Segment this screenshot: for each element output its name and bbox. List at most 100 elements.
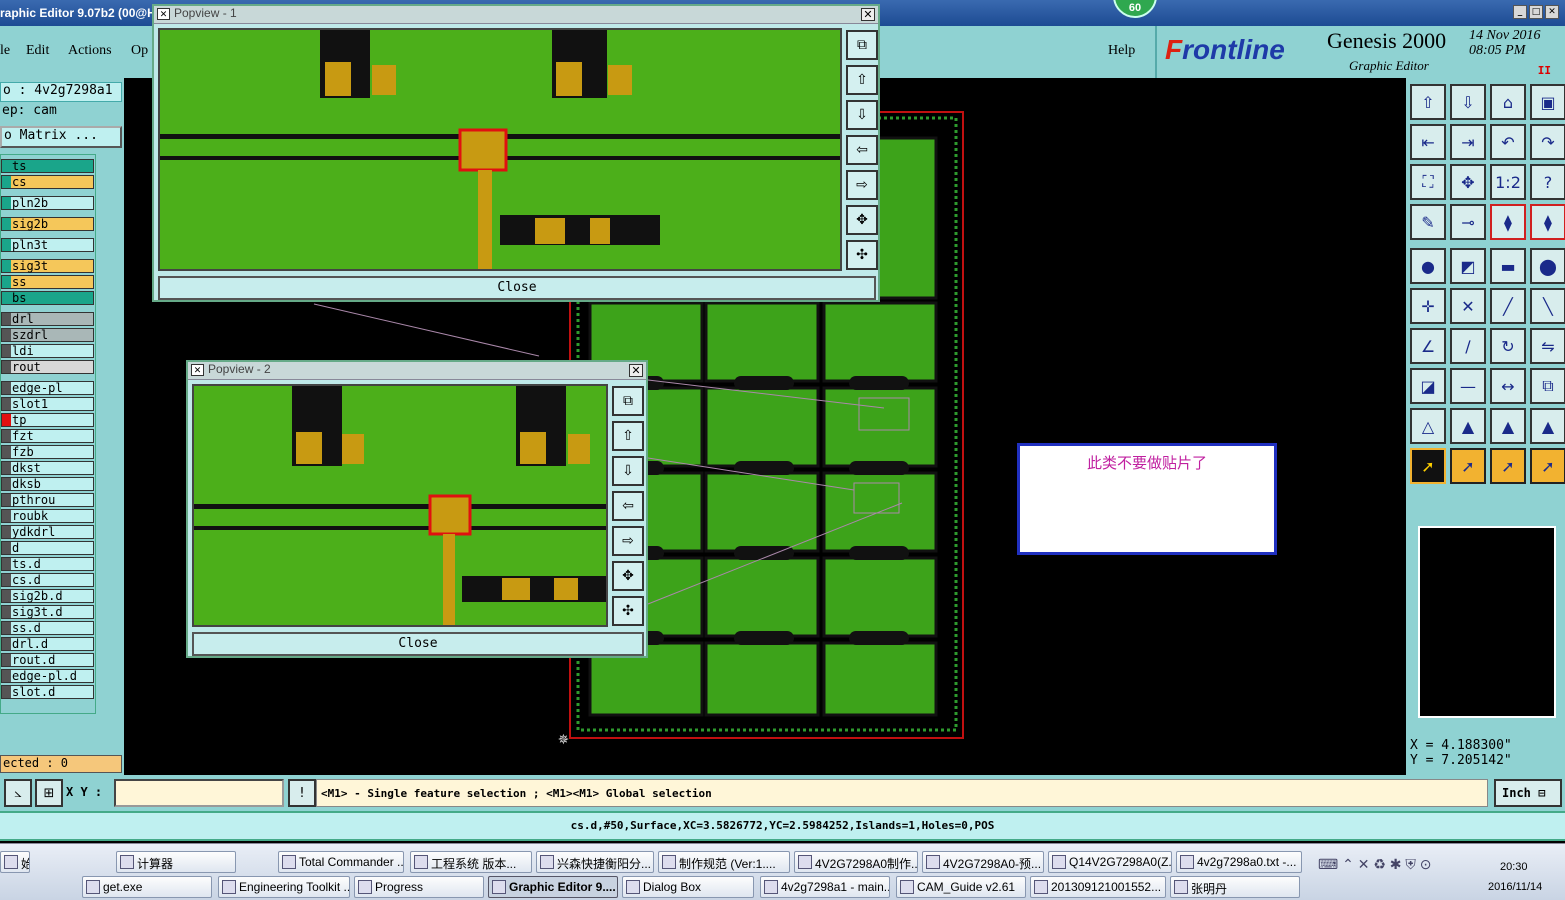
mirror-icon[interactable]: ⇋ bbox=[1530, 328, 1565, 364]
zoom-out-icon[interactable]: ✣ bbox=[846, 240, 878, 270]
layer-bs[interactable]: bs bbox=[1, 291, 94, 305]
menu-file[interactable]: le bbox=[0, 43, 10, 59]
prev-step-icon[interactable]: ⇤ bbox=[1410, 124, 1446, 160]
layer-ss-d[interactable]: ss.d bbox=[1, 621, 94, 635]
layer-red-icon[interactable]: ⧫ bbox=[1490, 204, 1526, 240]
minimize-icon[interactable]: _ bbox=[1513, 5, 1527, 19]
close-icon[interactable]: ✕ bbox=[629, 364, 643, 377]
scale-icon[interactable]: 1:2 bbox=[1490, 164, 1526, 200]
layer-ts[interactable]: ts bbox=[1, 159, 94, 173]
group-icon[interactable]: ⧉ bbox=[1530, 368, 1565, 404]
line-icon[interactable]: ╱ bbox=[1490, 288, 1526, 324]
taskbar-item[interactable]: 4v2g7298a0.txt -... bbox=[1176, 851, 1302, 873]
select-icon[interactable]: ✛ bbox=[1410, 288, 1446, 324]
taskbar-item[interactable]: Dialog Box bbox=[622, 876, 754, 898]
circle-icon[interactable]: ⬤ bbox=[1530, 248, 1565, 284]
close-icon[interactable]: ✕ bbox=[861, 8, 875, 21]
taskbar-item[interactable]: 制作规范 (Ver:1.... bbox=[658, 851, 790, 873]
save-icon[interactable]: ⇩ bbox=[1450, 84, 1486, 120]
zoom-window-icon[interactable]: ⧉ bbox=[846, 30, 878, 60]
pan-down-icon[interactable]: ⇩ bbox=[846, 100, 878, 130]
window-icon[interactable]: ▣ bbox=[1530, 84, 1565, 120]
connect-icon[interactable]: ⊸ bbox=[1450, 204, 1486, 240]
layer-fzb[interactable]: fzb bbox=[1, 445, 94, 459]
popview-1-canvas[interactable] bbox=[158, 28, 842, 271]
layer-cs[interactable]: cs bbox=[1, 175, 94, 189]
layer-edge-pl-d[interactable]: edge-pl.d bbox=[1, 669, 94, 683]
shape-icon[interactable]: ◩ bbox=[1450, 248, 1486, 284]
taskbar-item[interactable]: get.exe bbox=[82, 876, 212, 898]
taskbar-item[interactable]: 4v2g7298a1 - main... bbox=[760, 876, 890, 898]
layer-szdrl[interactable]: szdrl bbox=[1, 328, 94, 342]
taskbar-item[interactable]: 4V2G7298A0制作... bbox=[794, 851, 918, 873]
menu-edit[interactable]: Edit bbox=[26, 43, 49, 59]
taskbar-item[interactable]: Q14V2G7298A0(Z... bbox=[1048, 851, 1172, 873]
zoom-in-icon[interactable]: ✥ bbox=[846, 205, 878, 235]
point-icon[interactable]: ● bbox=[1410, 248, 1446, 284]
layer-edge-pl[interactable]: edge-pl bbox=[1, 381, 94, 395]
triangle2-icon[interactable]: ▲ bbox=[1450, 408, 1486, 444]
matrix-button[interactable]: o Matrix ... bbox=[0, 126, 122, 148]
home-icon[interactable]: ⌂ bbox=[1490, 84, 1526, 120]
layer-cs-d[interactable]: cs.d bbox=[1, 573, 94, 587]
pan-down-icon[interactable]: ⇩ bbox=[612, 456, 644, 486]
pan-right-icon[interactable]: ⇨ bbox=[612, 526, 644, 556]
taskbar-item[interactable]: 工程系统 版本... bbox=[410, 851, 532, 873]
ruler-icon[interactable]: ▬ bbox=[1490, 248, 1526, 284]
layer-sig3t[interactable]: sig3t bbox=[1, 259, 94, 273]
zoom-fit-icon[interactable]: ⛶ bbox=[1410, 164, 1446, 200]
layer-ldi[interactable]: ldi bbox=[1, 344, 94, 358]
layer-sig2b[interactable]: sig2b bbox=[1, 217, 94, 231]
layer-dksb[interactable]: dksb bbox=[1, 477, 94, 491]
taskbar-item[interactable]: 兴森快捷衡阳分... bbox=[536, 851, 654, 873]
pan-up-icon[interactable]: ⇧ bbox=[612, 421, 644, 451]
taskbar-item[interactable]: Progress bbox=[354, 876, 484, 898]
taskbar-item[interactable]: 张明丹 bbox=[1170, 876, 1300, 898]
arrow-orange3-icon[interactable]: ➚ bbox=[1530, 448, 1565, 484]
layer-drl[interactable]: drl bbox=[1, 312, 94, 326]
layer-rout[interactable]: rout bbox=[1, 360, 94, 374]
layer-red2-icon[interactable]: ⧫ bbox=[1530, 204, 1565, 240]
snap-icon[interactable]: ◪ bbox=[1410, 368, 1446, 404]
slash-icon[interactable]: ∕ bbox=[1450, 328, 1486, 364]
tools-icon[interactable]: ✎ bbox=[1410, 204, 1446, 240]
popview-1-close-button[interactable]: Close bbox=[158, 276, 876, 300]
menu-help[interactable]: Help bbox=[1108, 43, 1135, 59]
cross-icon[interactable]: ✕ bbox=[1450, 288, 1486, 324]
layer-sig3t-d[interactable]: sig3t.d bbox=[1, 605, 94, 619]
layer-ydkdrl[interactable]: ydkdrl bbox=[1, 525, 94, 539]
taskbar-item[interactable]: 计算器 bbox=[116, 851, 236, 873]
layer-tp[interactable]: tp bbox=[1, 413, 94, 427]
overview-map[interactable] bbox=[1418, 526, 1556, 718]
taskbar-item[interactable]: 201309121001552... bbox=[1030, 876, 1166, 898]
undo-icon[interactable]: ↶ bbox=[1490, 124, 1526, 160]
taskbar-item[interactable]: Total Commander ... bbox=[278, 851, 404, 873]
pan-left-icon[interactable]: ⇦ bbox=[846, 135, 878, 165]
layer-pln2b[interactable]: pln2b bbox=[1, 196, 94, 210]
popview-2-close-button[interactable]: Close bbox=[192, 632, 644, 656]
arrow-black-icon[interactable]: ➚ bbox=[1410, 448, 1446, 484]
arrow-orange-icon[interactable]: ➚ bbox=[1450, 448, 1486, 484]
angle-icon[interactable]: ∠ bbox=[1410, 328, 1446, 364]
zoom-window-icon[interactable]: ⧉ bbox=[612, 386, 644, 416]
menu-options[interactable]: Op bbox=[131, 43, 148, 59]
snap-toggle-icon[interactable]: ⦣ bbox=[4, 779, 32, 807]
rotate-icon[interactable]: ↻ bbox=[1490, 328, 1526, 364]
zoom-center-icon[interactable]: ✥ bbox=[1450, 164, 1486, 200]
layer-pln3t[interactable]: pln3t bbox=[1, 238, 94, 252]
pan-left-icon[interactable]: ⇦ bbox=[612, 491, 644, 521]
layer-pthrou[interactable]: pthrou bbox=[1, 493, 94, 507]
pan-right-icon[interactable]: ⇨ bbox=[846, 170, 878, 200]
xy-input[interactable] bbox=[114, 779, 284, 807]
next-step-icon[interactable]: ⇥ bbox=[1450, 124, 1486, 160]
layer-sig2b-d[interactable]: sig2b.d bbox=[1, 589, 94, 603]
unit-select[interactable]: Inch ⊟ bbox=[1494, 779, 1562, 807]
redo-icon[interactable]: ↷ bbox=[1530, 124, 1565, 160]
zoom-in-icon[interactable]: ✥ bbox=[612, 561, 644, 591]
grid-toggle-icon[interactable]: ⊞ bbox=[35, 779, 63, 807]
close-icon[interactable]: ✕ bbox=[1545, 5, 1559, 19]
taskbar-item[interactable]: CAM_Guide v2.61 bbox=[896, 876, 1026, 898]
measure-icon[interactable]: ↔ bbox=[1490, 368, 1526, 404]
layer-d[interactable]: d bbox=[1, 541, 94, 555]
taskbar-item[interactable]: 4V2G7298A0-预... bbox=[922, 851, 1044, 873]
